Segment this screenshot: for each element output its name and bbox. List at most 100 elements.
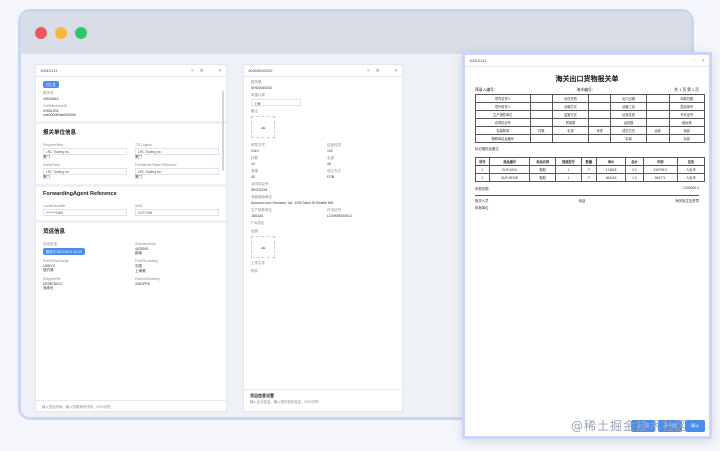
section-title: 报关单位信息 xyxy=(36,121,226,140)
table-cell: 许可证号 xyxy=(668,110,706,119)
table-cell: 包装种类 xyxy=(475,126,531,135)
goods-header-row: 项号 商品编号 商品名称 规格型号 数量 单价 总价 币制 征免 xyxy=(475,157,706,166)
edit-icon[interactable]: ✎ xyxy=(191,68,195,74)
notify-select[interactable]: LRC Trading Inc. xyxy=(43,168,127,175)
panel-header: 10010111 ✎ ⚙ ⋯ ✕ xyxy=(36,65,226,77)
field-value[interactable]: cde000000ab00000e xyxy=(43,113,219,117)
marks-label: 标记唛码及备注 xyxy=(475,147,499,151)
table-cell: 杂费 xyxy=(668,134,706,143)
total-label: 申报总额 xyxy=(475,187,489,191)
table-cell: 2 xyxy=(475,173,490,182)
column-header: 数量 xyxy=(580,157,597,166)
column-header: 商品编号 xyxy=(488,157,531,166)
panel-footer: 货运信息设置 输入企业信息、输入报关相关信息、OCR识别 xyxy=(244,389,402,411)
panel-header: 10003040102 ✎ ⚙ ⋯ ✕ xyxy=(244,65,402,77)
watermark: @稀土掘金技术社区 xyxy=(571,419,689,433)
panel-title: 10003040102 xyxy=(248,68,273,73)
table-cell: 合同协议号 xyxy=(475,118,531,127)
edit-icon[interactable]: ✎ xyxy=(367,68,371,74)
table-cell: 个 xyxy=(580,165,597,174)
field-label: 件数 xyxy=(251,156,258,160)
scrollbar[interactable] xyxy=(222,91,224,171)
column-header: 单价 xyxy=(595,157,627,166)
table-cell: 境内发货人 xyxy=(475,94,531,103)
close-icon[interactable]: ✕ xyxy=(218,68,222,74)
field-label: ShipmentInfo xyxy=(135,242,156,246)
column-header: 商品名称 xyxy=(529,157,557,166)
table-cell: 人民币 xyxy=(676,165,706,174)
gear-icon[interactable]: ⚙ xyxy=(200,68,204,74)
field-value[interactable]: 49526543 xyxy=(43,97,219,101)
column-header: 规格型号 xyxy=(555,157,582,166)
san-input[interactable]: XXX**055 xyxy=(135,209,219,216)
table-cell: 654183 xyxy=(595,173,627,182)
agent-select[interactable]: LRC Trading Inc. xyxy=(135,148,219,155)
column-header: 征免 xyxy=(676,157,706,166)
table-cell: 运费 xyxy=(645,126,670,135)
field-value[interactable]: 40 xyxy=(251,175,319,179)
pre-entry-number: 预录入编号： xyxy=(475,88,498,92)
field-value[interactable]: SHD0040002 xyxy=(251,86,395,90)
doc-header: 10010111 ⋯ ✕ xyxy=(465,55,709,67)
gear-icon[interactable]: ⚙ xyxy=(376,68,380,74)
table-cell: 生产销售单位 xyxy=(475,110,531,119)
upload-icon[interactable]: ☁ xyxy=(251,116,275,138)
minimize-dot-icon[interactable] xyxy=(55,27,67,39)
table-cell: 1 xyxy=(475,165,490,174)
field-value[interactable]: LDXH55000012 xyxy=(327,214,395,218)
table-cell: 鞋靴 xyxy=(529,173,557,182)
table-cell xyxy=(645,102,670,111)
close-dot-icon[interactable] xyxy=(35,27,47,39)
maximize-dot-icon[interactable] xyxy=(75,27,87,39)
close-icon[interactable]: ✕ xyxy=(701,58,705,64)
table-cell: 征免性质 xyxy=(610,110,647,119)
more-icon[interactable]: ⋯ xyxy=(209,68,214,74)
field-value: 厦门 xyxy=(135,175,142,179)
customs-form-panel: 10010111 ✎ ⚙ ⋯ ✕ 已汇总 报关号 49526543 CoReferen… xyxy=(35,64,227,412)
field-value[interactable]: JD0426 xyxy=(251,214,319,218)
field-label: 毛重 xyxy=(327,156,334,160)
close-icon[interactable]: ✕ xyxy=(394,68,398,74)
field-value: 纽约港 xyxy=(43,268,54,272)
doc-title: 海关出口货物报关单 xyxy=(555,76,619,83)
field-label: 消费使用单位 xyxy=(251,195,272,199)
table-cell: 件数 xyxy=(529,126,554,135)
table-cell: 584774 xyxy=(642,173,678,182)
forwarder-select[interactable]: LRC Trading Inc. xyxy=(135,168,219,175)
field-label: PortOfLoading xyxy=(135,259,158,263)
table-cell xyxy=(645,110,670,119)
field-label: 贸易方式 xyxy=(251,143,265,147)
field-label: NotifyParty xyxy=(43,163,61,167)
field-label: CoReferenceID xyxy=(43,104,68,108)
declaration-row: 境内发货人 出境关别 出口日期 申报日期 xyxy=(475,94,706,103)
field-label: 申报口岸 xyxy=(251,93,265,97)
table-cell: 贸易国 xyxy=(552,118,589,127)
total-value: 1000000.0 xyxy=(682,186,699,190)
table-cell xyxy=(587,102,612,111)
status-badge: 已汇总 xyxy=(43,81,59,88)
field-label: 成交方式 xyxy=(327,169,341,173)
goods-row: 1 SUP-5310 鞋靴 1 个 174818 0.0 615759.9 人民币 xyxy=(475,165,706,174)
declaration-table: 境内发货人 出境关别 出口日期 申报日期 境外收货人 运输方式 运输工具 提运单号 生产销售单位… xyxy=(475,94,706,143)
doc-id: 10010111 xyxy=(469,58,487,63)
more-icon[interactable]: ⋯ xyxy=(692,58,697,64)
field-value[interactable]: SK001234 xyxy=(251,188,395,192)
port-select[interactable]: 上海 xyxy=(251,99,301,106)
table-cell xyxy=(587,94,612,103)
stamp-label: 海关批注及签章 xyxy=(675,199,699,203)
upload-icon[interactable]: ☁ xyxy=(251,236,275,258)
declarant-label: 报关人员 xyxy=(475,199,489,203)
more-icon[interactable]: ⋯ xyxy=(385,68,390,74)
table-cell: 出口日期 xyxy=(610,94,647,103)
field-label: 状态信息 xyxy=(43,242,57,246)
shipper-select[interactable]: LRC Trading Inc. xyxy=(43,148,127,155)
upload-label: 上传文件 xyxy=(251,261,265,265)
declaration-row: 随附单证及编号 杂费 杂费 xyxy=(475,134,706,143)
table-cell: 申报日期 xyxy=(668,94,706,103)
table-cell xyxy=(529,102,554,111)
field-value[interactable]: XMOPRS xyxy=(135,282,219,286)
field-value[interactable]: FOB xyxy=(327,175,395,179)
local-clear-input[interactable]: ********0006 xyxy=(43,209,127,216)
table-cell xyxy=(529,134,554,143)
table-cell: 毛重 xyxy=(552,126,589,135)
